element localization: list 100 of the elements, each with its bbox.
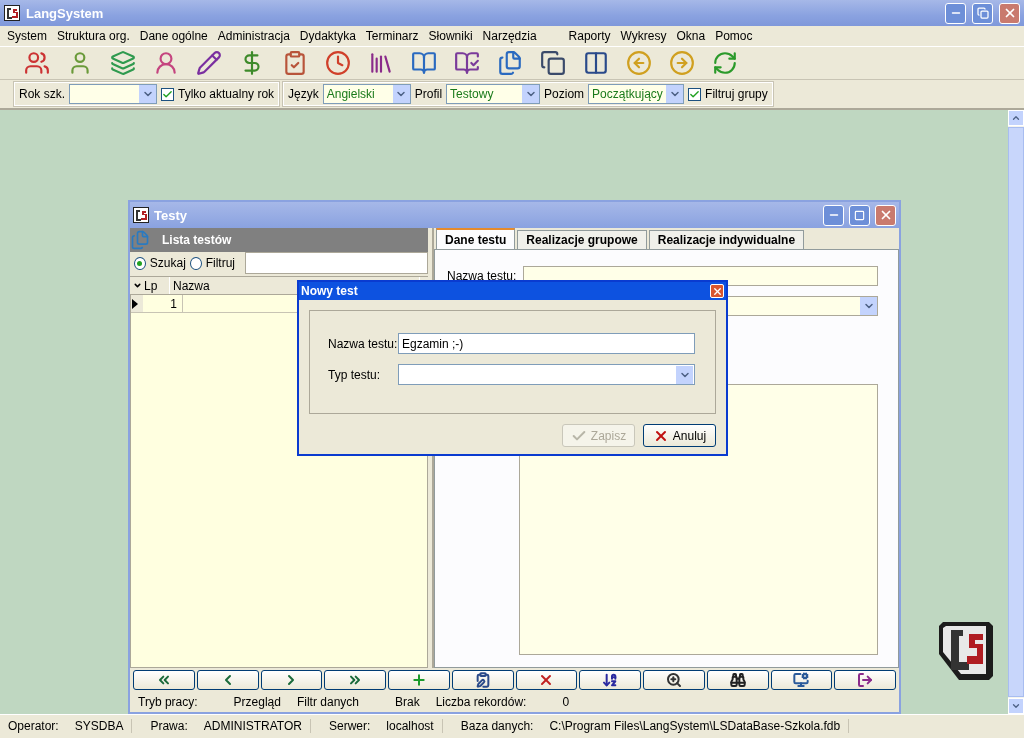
exit-button[interactable] xyxy=(834,670,896,690)
status-label: Filtr danych xyxy=(295,695,360,709)
app-logo-icon xyxy=(133,207,149,223)
books-icon[interactable] xyxy=(368,50,394,76)
field-label: Nazwa testu: xyxy=(447,269,518,283)
checkbox[interactable] xyxy=(161,87,174,101)
minimize-button[interactable] xyxy=(945,2,966,24)
chevron-down-icon xyxy=(1011,701,1021,711)
close-icon xyxy=(711,285,723,297)
scroll-down-button[interactable] xyxy=(1008,698,1024,714)
book-icon[interactable] xyxy=(454,50,480,76)
previous-button[interactable] xyxy=(196,670,259,690)
field-label: Nazwa testu: xyxy=(328,336,398,351)
monitor-icon xyxy=(793,672,810,688)
type-dropdown[interactable] xyxy=(398,364,695,385)
restore-button[interactable] xyxy=(972,2,993,24)
level-dropdown[interactable]: Początkujący xyxy=(588,84,685,104)
exit-icon xyxy=(857,672,874,688)
book-icon[interactable] xyxy=(411,50,437,76)
tab[interactable]: Realizacje grupowe xyxy=(517,230,647,249)
maximize-button[interactable] xyxy=(849,204,870,226)
menu-item[interactable]: Terminarz xyxy=(360,29,424,43)
menu-item[interactable]: Narzędzia xyxy=(477,29,542,43)
refresh-icon[interactable] xyxy=(712,50,738,76)
field-label: Rok szk. xyxy=(19,87,65,101)
status-label: Operator: xyxy=(7,718,60,733)
status-label: Tryb pracy: xyxy=(137,695,199,709)
field-label: Typ testu: xyxy=(328,367,382,382)
dropdown-button[interactable] xyxy=(392,85,410,103)
status-value: 0 xyxy=(561,695,571,709)
columns-icon[interactable] xyxy=(583,50,609,76)
delete-button[interactable] xyxy=(515,670,578,690)
pencil-icon[interactable] xyxy=(196,50,222,76)
first-button[interactable] xyxy=(133,670,195,690)
search-field[interactable] xyxy=(245,252,428,274)
zoom-button[interactable] xyxy=(643,670,705,690)
menu-item[interactable]: Dydaktyka xyxy=(294,29,361,43)
profile-dropdown[interactable]: Testowy xyxy=(446,84,541,104)
binoculars-icon xyxy=(729,672,746,688)
menu-item[interactable]: Administracja xyxy=(212,29,295,43)
next-button[interactable] xyxy=(260,670,323,690)
sort-button[interactable] xyxy=(579,670,641,690)
close-button[interactable] xyxy=(875,204,896,226)
menu-item[interactable]: Słowniki xyxy=(423,29,478,43)
clipboard-icon[interactable] xyxy=(282,50,308,76)
status-value: localhost xyxy=(378,718,443,733)
stack-icon[interactable] xyxy=(110,50,136,76)
cancel-button[interactable]: Anuluj xyxy=(643,424,716,447)
minimize-button[interactable] xyxy=(823,204,844,226)
last-button[interactable] xyxy=(324,670,386,690)
menu-item[interactable]: Struktura org. xyxy=(52,29,135,43)
add-button[interactable] xyxy=(388,670,450,690)
panel-title: Lista testów xyxy=(162,233,232,247)
status-value: ADMINISTRATOR xyxy=(195,718,311,733)
status-value: Przegląd xyxy=(232,695,282,709)
menu-item[interactable]: Pomoc xyxy=(710,29,758,43)
checkbox-label: Tylko aktualny rok xyxy=(178,87,275,101)
checkbox[interactable] xyxy=(688,87,702,101)
menu-item[interactable]: Dane ogólne xyxy=(134,29,213,43)
name-field[interactable]: Egzamin ;-) xyxy=(398,333,695,354)
scrollbar-thumb[interactable] xyxy=(1008,127,1024,697)
menu-item[interactable]: System xyxy=(2,29,52,43)
clock-icon[interactable] xyxy=(325,50,351,76)
edit-icon xyxy=(474,672,491,688)
close-button[interactable] xyxy=(710,284,724,298)
language-dropdown[interactable]: Angielski xyxy=(322,84,411,104)
close-button[interactable] xyxy=(999,2,1020,24)
window-title: Testy xyxy=(154,207,188,223)
tab[interactable]: Dane testu xyxy=(436,228,516,249)
scroll-up-button[interactable] xyxy=(1008,110,1024,126)
people-icon[interactable] xyxy=(24,50,50,76)
menu-item[interactable]: Okna xyxy=(671,29,711,43)
person-icon[interactable] xyxy=(153,50,179,76)
dropdown-button[interactable] xyxy=(860,297,877,315)
dropdown-button[interactable] xyxy=(139,85,156,103)
window-title: LangSystem xyxy=(26,5,105,21)
tab[interactable]: Realizacje indywidualne xyxy=(648,230,805,249)
radio-label: Filtruj xyxy=(205,256,235,270)
binoculars-button[interactable] xyxy=(706,670,769,690)
field-label: Profil xyxy=(414,87,443,101)
monitor-button[interactable] xyxy=(770,670,833,690)
windows-icon[interactable] xyxy=(540,50,566,76)
dropdown-button[interactable] xyxy=(522,85,540,103)
dropdown-button[interactable] xyxy=(666,85,684,103)
radio-button[interactable] xyxy=(189,256,202,270)
field-label: Język xyxy=(288,87,319,101)
dropdown-button[interactable] xyxy=(676,366,693,384)
documents-icon[interactable] xyxy=(497,50,523,76)
status-value: Brak xyxy=(394,695,421,709)
radio-button[interactable] xyxy=(134,256,146,270)
table-cell: 1 xyxy=(143,295,183,312)
restore-icon xyxy=(976,7,989,19)
radio-label: Szukaj xyxy=(149,256,186,270)
status-label: Serwer: xyxy=(328,718,372,733)
edit-button[interactable] xyxy=(451,670,514,690)
menu-item[interactable]: Raporty xyxy=(563,29,616,43)
menu-item[interactable]: Wykresy xyxy=(615,29,672,43)
checkbox-label: Filtruj grupy xyxy=(705,87,768,101)
status-label: Prawa: xyxy=(149,718,189,733)
field-label: Poziom xyxy=(544,87,585,101)
